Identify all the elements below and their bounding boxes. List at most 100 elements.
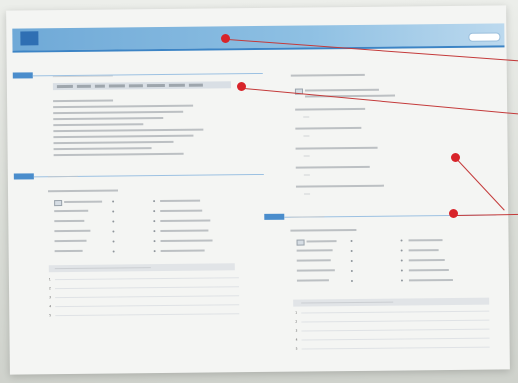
match-dot bbox=[153, 250, 156, 253]
answer-number: 2 bbox=[295, 319, 298, 324]
match-dot bbox=[400, 249, 403, 252]
marker-top-left bbox=[237, 82, 246, 91]
answer-line bbox=[301, 310, 490, 314]
text-line bbox=[54, 219, 85, 223]
text-line bbox=[408, 278, 453, 282]
text-line bbox=[53, 123, 144, 127]
text-line bbox=[53, 147, 152, 151]
match-dot bbox=[153, 220, 156, 223]
unit-tag bbox=[20, 31, 39, 46]
text-line bbox=[160, 249, 205, 253]
answer-line bbox=[301, 346, 490, 350]
match-dot bbox=[112, 230, 115, 233]
text-line bbox=[54, 249, 83, 253]
text-line bbox=[53, 134, 194, 139]
match-dot bbox=[153, 200, 156, 203]
text-line bbox=[53, 104, 194, 109]
section-tag-2 bbox=[13, 173, 34, 180]
text-line bbox=[53, 99, 114, 103]
section-heading-1 bbox=[52, 75, 113, 78]
text-line bbox=[160, 199, 201, 203]
match-dot bbox=[350, 240, 353, 243]
answer-number: 1 bbox=[48, 277, 51, 282]
text-line bbox=[160, 229, 209, 233]
match-dot bbox=[112, 200, 115, 203]
word-chip bbox=[146, 83, 165, 88]
match-dot bbox=[112, 250, 115, 253]
title-bar bbox=[12, 23, 505, 53]
match-dot bbox=[400, 259, 403, 262]
word-chip bbox=[76, 84, 91, 88]
match-dot bbox=[112, 240, 115, 243]
answer-line bbox=[55, 313, 240, 317]
word-chip bbox=[56, 84, 73, 89]
section-heading-3 bbox=[290, 216, 325, 218]
word-chip bbox=[188, 83, 203, 87]
number-box bbox=[296, 239, 305, 246]
match-dot bbox=[400, 269, 403, 272]
text-line bbox=[296, 259, 331, 262]
text-line bbox=[53, 152, 184, 157]
section-heading-2 bbox=[47, 175, 78, 178]
answer-number: 3 bbox=[49, 295, 52, 300]
match-dot bbox=[112, 210, 115, 213]
blank bbox=[304, 193, 311, 195]
text-line bbox=[54, 229, 91, 233]
text-line bbox=[53, 140, 174, 145]
blank bbox=[303, 116, 310, 118]
answer-line bbox=[55, 286, 240, 290]
answer-number: 5 bbox=[49, 313, 52, 318]
match-dot bbox=[350, 250, 353, 253]
answer-number: 1 bbox=[295, 310, 298, 315]
worksheet-page: 1 2 3 4 5 1 2 3 4 5 bbox=[6, 5, 510, 375]
answer-line bbox=[54, 277, 239, 281]
text-line bbox=[160, 219, 211, 223]
text-line bbox=[295, 107, 366, 111]
text-line bbox=[295, 126, 362, 130]
text-line bbox=[295, 146, 378, 150]
answer-number: 4 bbox=[295, 337, 298, 342]
instruction-line bbox=[47, 189, 119, 193]
section-tag-3 bbox=[264, 213, 285, 220]
match-dot bbox=[153, 240, 156, 243]
answer-number: 5 bbox=[295, 346, 298, 351]
answer-number: 4 bbox=[49, 304, 52, 309]
text-line bbox=[160, 239, 213, 243]
word-chip bbox=[168, 83, 185, 87]
instruction-line bbox=[290, 228, 357, 232]
answer-number: 2 bbox=[48, 286, 51, 291]
text-line bbox=[54, 209, 89, 213]
blank bbox=[303, 135, 310, 137]
match-dot bbox=[153, 230, 156, 233]
text-line bbox=[408, 259, 445, 262]
text-line bbox=[64, 200, 103, 204]
word-bank bbox=[52, 81, 231, 91]
number-box bbox=[54, 200, 63, 207]
match-dot bbox=[112, 220, 115, 223]
text-line bbox=[53, 128, 204, 133]
heading-line bbox=[290, 73, 365, 77]
text-line bbox=[408, 269, 449, 272]
marker-title bbox=[221, 34, 230, 43]
text-line bbox=[295, 165, 370, 169]
word-chip bbox=[108, 84, 125, 88]
text-line bbox=[408, 249, 439, 252]
text-line bbox=[296, 269, 335, 272]
match-dot bbox=[350, 270, 353, 273]
word-chip bbox=[94, 84, 105, 88]
blank bbox=[303, 174, 310, 176]
text-line bbox=[408, 239, 443, 242]
marker-right-section bbox=[449, 209, 458, 218]
match-dot bbox=[400, 239, 403, 242]
answer-line bbox=[301, 337, 490, 341]
answer-line bbox=[55, 304, 240, 308]
header-pill bbox=[468, 32, 501, 42]
section-tag-1 bbox=[12, 72, 33, 79]
text-line bbox=[304, 88, 379, 92]
text-line bbox=[306, 240, 337, 243]
answer-line bbox=[55, 295, 240, 299]
text-line bbox=[296, 279, 329, 282]
answer-line bbox=[301, 328, 490, 332]
text-line bbox=[160, 209, 203, 213]
match-dot bbox=[400, 279, 403, 282]
